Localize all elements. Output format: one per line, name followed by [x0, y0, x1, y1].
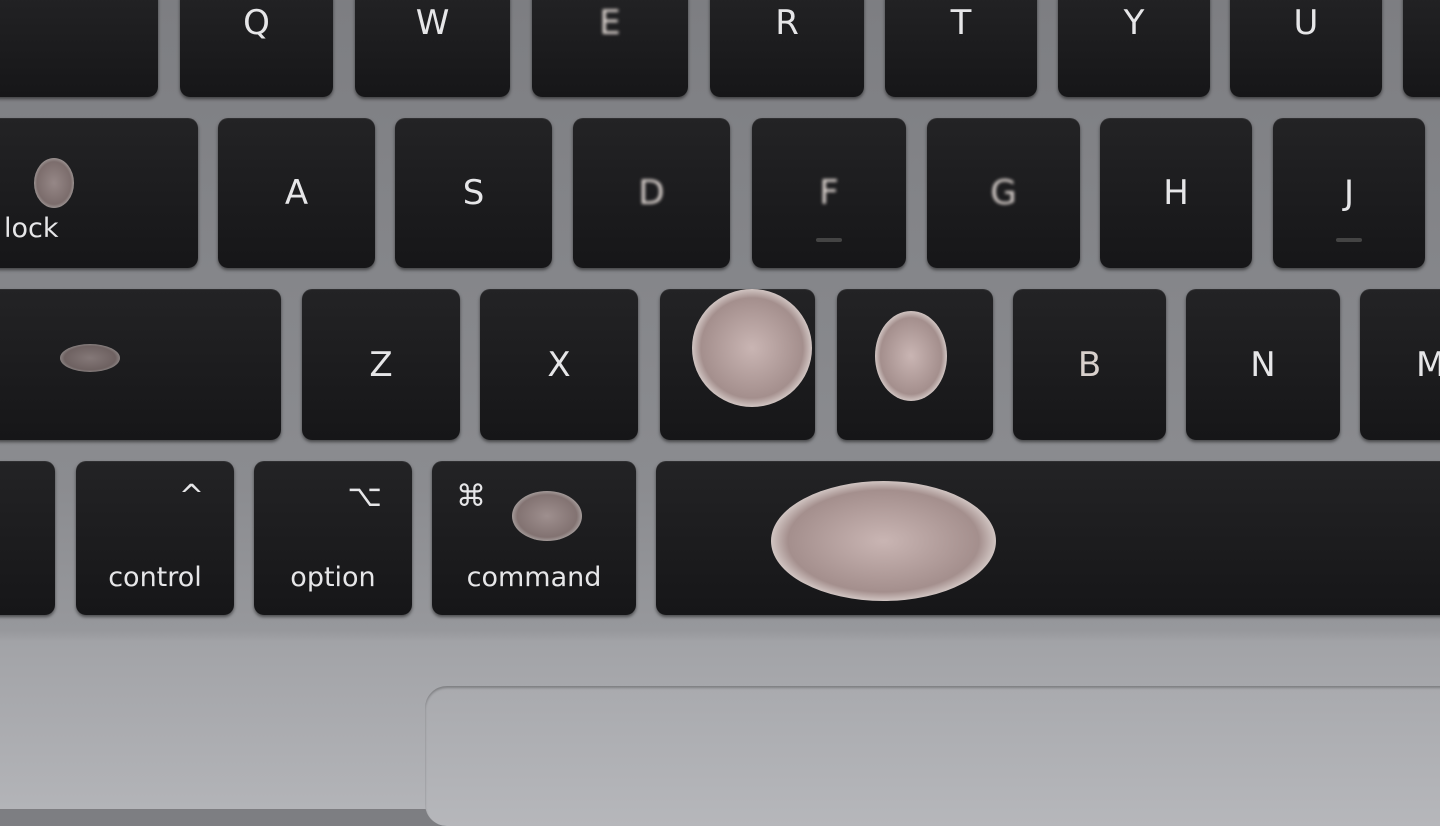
key-label: E: [599, 3, 621, 43]
key-n[interactable]: N: [1186, 289, 1340, 440]
option-label: option: [290, 562, 376, 593]
key-label: T: [950, 3, 972, 43]
key-e[interactable]: E: [532, 0, 688, 97]
key-tab-partial[interactable]: [0, 0, 158, 97]
control-symbol: ^: [178, 479, 204, 514]
home-bump: [1336, 238, 1362, 242]
key-label: W: [415, 3, 450, 43]
key-v-damaged[interactable]: [837, 289, 993, 440]
worn-hole: [692, 289, 812, 407]
key-control[interactable]: ^ control: [76, 461, 234, 615]
key-label: Y: [1123, 3, 1145, 43]
control-label: control: [108, 562, 202, 593]
key-fn-partial[interactable]: [0, 461, 55, 615]
key-space-damaged[interactable]: [656, 461, 1440, 615]
key-label: S: [462, 173, 485, 213]
worn-hole: [875, 311, 947, 401]
key-i-partial[interactable]: [1403, 0, 1440, 97]
trackpad[interactable]: [425, 686, 1440, 826]
key-y[interactable]: Y: [1058, 0, 1210, 97]
key-x[interactable]: X: [480, 289, 638, 440]
key-t[interactable]: T: [885, 0, 1037, 97]
key-label: A: [284, 173, 309, 213]
key-label: M: [1416, 344, 1440, 385]
worn-hole: [771, 481, 996, 601]
key-label: F: [819, 173, 839, 213]
option-symbol: ⌥: [347, 479, 382, 514]
key-label: H: [1163, 173, 1189, 213]
key-label: G: [990, 173, 1017, 213]
key-q[interactable]: Q: [180, 0, 333, 97]
key-caps-lock[interactable]: lock: [0, 118, 198, 268]
key-c-damaged[interactable]: [660, 289, 815, 440]
key-j[interactable]: J: [1273, 118, 1425, 268]
key-m[interactable]: M: [1360, 289, 1440, 440]
key-label: X: [547, 344, 571, 385]
key-h[interactable]: H: [1100, 118, 1252, 268]
home-bump: [816, 238, 842, 242]
key-r[interactable]: R: [710, 0, 864, 97]
key-label: N: [1250, 344, 1276, 385]
key-option[interactable]: ⌥ option: [254, 461, 412, 615]
command-symbol: ⌘: [456, 479, 486, 514]
key-label: J: [1343, 173, 1355, 213]
key-label: B: [1077, 344, 1102, 385]
caps-lock-label: lock: [4, 213, 59, 244]
key-f[interactable]: F: [752, 118, 906, 268]
key-command[interactable]: ⌘ command: [432, 461, 636, 615]
key-z[interactable]: Z: [302, 289, 460, 440]
key-a[interactable]: A: [218, 118, 375, 268]
key-d[interactable]: D: [573, 118, 730, 268]
key-label: Q: [243, 3, 270, 43]
key-g[interactable]: G: [927, 118, 1080, 268]
key-w[interactable]: W: [355, 0, 510, 97]
key-shift[interactable]: [0, 289, 281, 440]
key-label: R: [775, 3, 799, 43]
key-b[interactable]: B: [1013, 289, 1166, 440]
key-label: U: [1293, 3, 1319, 43]
key-label: Z: [369, 344, 393, 385]
key-u[interactable]: U: [1230, 0, 1382, 97]
command-label: command: [466, 562, 602, 593]
key-label: D: [638, 173, 665, 213]
key-s[interactable]: S: [395, 118, 552, 268]
